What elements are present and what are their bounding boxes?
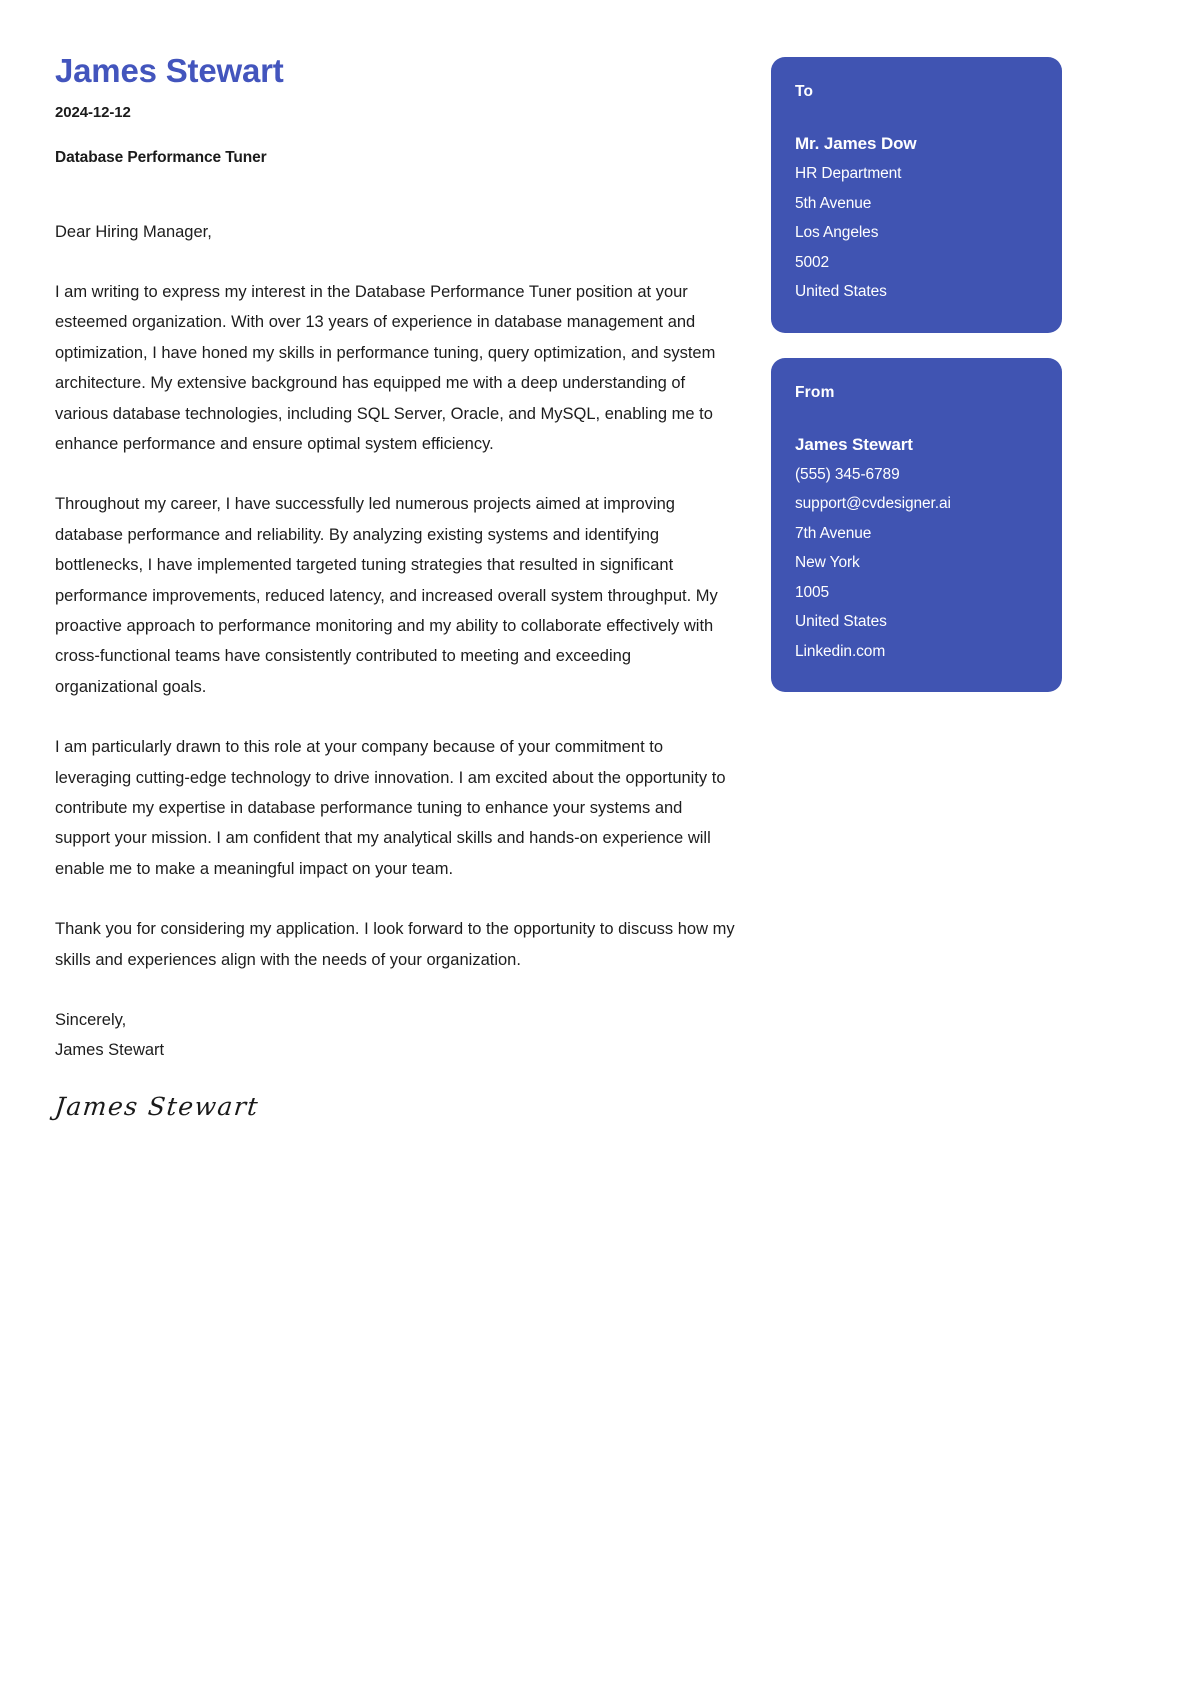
letter-paragraph: I am writing to express my interest in t…	[55, 282, 716, 453]
letter-paragraph: Thank you for considering my application…	[55, 920, 735, 969]
sender-name: James Stewart	[795, 434, 913, 454]
handwritten-signature: James Stewart	[53, 1091, 261, 1121]
cover-letter-page: James Stewart 2024-12-12 Database Perfor…	[0, 0, 1200, 1684]
letter-paragraph: Throughout my career, I have successfull…	[55, 495, 718, 696]
sender-line: 7th Avenue	[795, 524, 872, 542]
sender-phone: (555) 345-6789	[795, 465, 900, 483]
recipient-name: Mr. James Dow	[795, 134, 917, 153]
job-title: Database Performance Tuner	[55, 148, 267, 166]
recipient-line: 5th Avenue	[795, 194, 872, 212]
salutation: Dear Hiring Manager,	[55, 222, 212, 241]
sender-card-heading: From	[795, 383, 835, 401]
sender-card-body: James Stewart (555) 345-6789 support@cvd…	[795, 430, 1038, 667]
sender-email[interactable]: support@cvdesigner.ai	[795, 489, 1038, 519]
closing-salutation: Sincerely,	[55, 1011, 127, 1030]
letter-date: 2024-12-12	[55, 103, 131, 121]
recipient-line: United States	[795, 283, 887, 300]
closing-block: Sincerely, James Stewart James Stewart	[53, 1005, 735, 1121]
sender-line: United States	[795, 613, 887, 630]
sender-website[interactable]: Linkedin.com	[795, 637, 1038, 667]
letter-paragraph: I am particularly drawn to this role at …	[55, 738, 726, 878]
recipient-line: Los Angeles	[795, 224, 879, 241]
page-title: James Stewart	[55, 52, 284, 89]
sender-card: From James Stewart (555) 345-6789 suppor…	[771, 357, 1062, 692]
sender-line: New York	[795, 554, 860, 571]
recipient-card-heading: To	[795, 83, 814, 100]
address-sidebar: To Mr. James Dow HR Department 5th Avenu…	[771, 57, 1062, 692]
letter-content: James Stewart 2024-12-12 Database Perfor…	[53, 52, 735, 1121]
recipient-card: To Mr. James Dow HR Department 5th Avenu…	[771, 57, 1062, 333]
sender-line: 1005	[795, 583, 830, 601]
recipient-line: HR Department	[795, 165, 902, 182]
closing-name: James Stewart	[55, 1041, 165, 1060]
recipient-line: 5002	[795, 253, 830, 271]
recipient-card-body: Mr. James Dow HR Department 5th Avenue L…	[795, 129, 1038, 307]
